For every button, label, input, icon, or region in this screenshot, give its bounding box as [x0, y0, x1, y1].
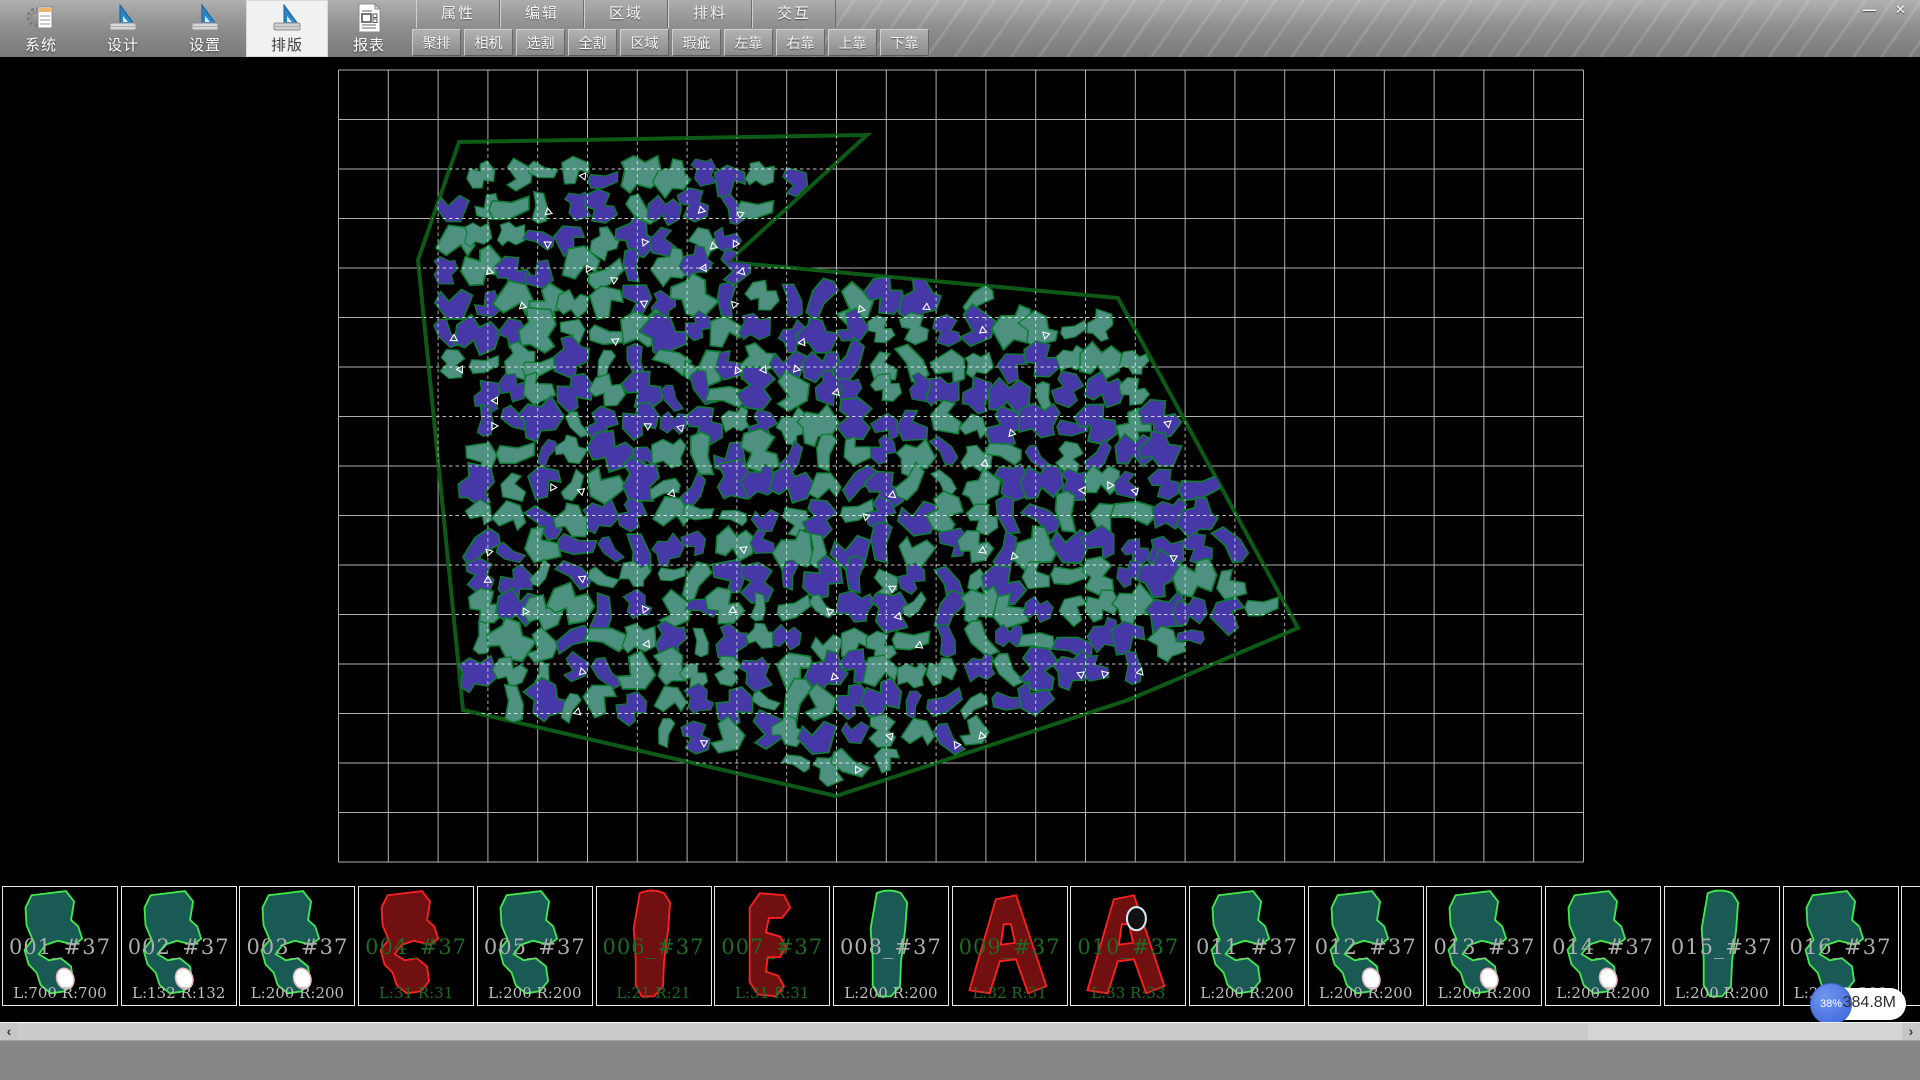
tool-item-区域[interactable]: 区域 — [620, 29, 669, 56]
main-button-label: 设置 — [164, 34, 246, 55]
piece-label: 009_#37 — [953, 935, 1067, 959]
system-icon — [25, 2, 57, 34]
scroll-thumb[interactable] — [18, 1024, 1588, 1040]
piece-lr-count: L:21 R:21 — [597, 984, 711, 1002]
piece-label: 004_#37 — [359, 935, 473, 959]
menu-bar: 属性编辑区域排料交互 — [416, 0, 836, 28]
close-button[interactable]: ✕ — [1887, 2, 1914, 18]
piece-label: 015_#37 — [1665, 935, 1779, 959]
piece-lr-count: L:200 R:200 — [478, 984, 592, 1002]
piece-label: 0 — [1902, 935, 1920, 959]
piece-label: 002_#37 — [122, 935, 236, 959]
piece-lr-count: L:31 R:31 — [715, 984, 829, 1002]
piece-label: 007_#37 — [715, 935, 829, 959]
scroll-left-button[interactable]: ‹ — [0, 1023, 18, 1041]
piece-lr-count: L:200 R:200 — [1665, 984, 1779, 1002]
piece-label: 011_#37 — [1190, 935, 1304, 959]
piece-lr-count: L:32 R:31 — [953, 984, 1067, 1002]
piece-label: 010_#37 — [1071, 935, 1185, 959]
window-controls: — ✕ — [1856, 2, 1914, 18]
piece-lr-count: L:33 R:33 — [1071, 984, 1185, 1002]
toolbar-texture — [800, 0, 1920, 57]
piece-label: 001_#37 — [3, 935, 117, 959]
main-button-label: 设计 — [82, 34, 164, 55]
menu-item-交互[interactable]: 交互 — [752, 0, 836, 28]
menu-item-排料[interactable]: 排料 — [668, 0, 752, 28]
piece-label: 016_#37 — [1784, 935, 1898, 959]
strip-piece-001_#37[interactable]: 001_#37 L:700 R:700 — [2, 886, 118, 1006]
main-button-系统[interactable]: 系统 — [0, 0, 82, 57]
tool-item-瑕疵[interactable]: 瑕疵 — [672, 29, 721, 56]
layout-icon — [271, 2, 303, 34]
nesting-canvas[interactable] — [0, 57, 1920, 1022]
piece-lr-count: L:200 R:200 — [240, 984, 354, 1002]
horizontal-scrollbar[interactable]: ‹ › — [0, 1022, 1920, 1040]
minimize-button[interactable]: — — [1856, 2, 1883, 18]
strip-piece-006_#37[interactable]: 006_#37 L:21 R:21 — [596, 886, 712, 1006]
piece-lr-count: L:200 R:200 — [1309, 984, 1423, 1002]
toolbar: 系统设计设置排版报表 属性编辑区域排料交互 聚排相机选割全割区域瑕疵左靠右靠上靠… — [0, 0, 1920, 58]
strip-piece-009_#37[interactable]: 009_#37 L:32 R:31 — [952, 886, 1068, 1006]
memory-badge: 38% 384.8M — [1812, 988, 1906, 1020]
main-button-label: 排版 — [246, 34, 328, 55]
piece-lr-count: L:200 R:200 — [1190, 984, 1304, 1002]
status-bar — [0, 1040, 1920, 1080]
piece-strip: 001_#37L:700 R:700002_#37L:132 R:132003_… — [0, 884, 1920, 1012]
tool-item-选割[interactable]: 选割 — [516, 29, 565, 56]
strip-piece-011_#37[interactable]: 011_#37 L:200 R:200 — [1189, 886, 1305, 1006]
tool-bar: 聚排相机选割全割区域瑕疵左靠右靠上靠下靠 — [412, 29, 929, 57]
strip-piece-015_#37[interactable]: 015_#37 L:200 R:200 — [1664, 886, 1780, 1006]
piece-label: 012_#37 — [1309, 935, 1423, 959]
piece-lr-count: L:700 R:700 — [3, 984, 117, 1002]
memory-value: 384.8M — [1843, 994, 1896, 1012]
strip-piece-007_#37[interactable]: 007_#37 L:31 R:31 — [714, 886, 830, 1006]
piece-lr-count: L:200 R:200 — [834, 984, 948, 1002]
main-button-label: 系统 — [0, 34, 82, 55]
piece-lr-count: L:200 R:200 — [1427, 984, 1541, 1002]
strip-piece-003_#37[interactable]: 003_#37 L:200 R:200 — [239, 886, 355, 1006]
design-icon — [107, 2, 139, 34]
tool-item-下靠[interactable]: 下靠 — [880, 29, 929, 56]
nest-drawing — [0, 57, 1920, 1022]
tool-item-左靠[interactable]: 左靠 — [724, 29, 773, 56]
strip-piece-0[interactable]: 0L: — [1901, 886, 1920, 1006]
main-button-设置[interactable]: 设置 — [164, 0, 246, 57]
main-button-报表[interactable]: 报表 — [328, 0, 410, 57]
tool-item-全割[interactable]: 全割 — [568, 29, 617, 56]
piece-lr-count: L:132 R:132 — [122, 984, 236, 1002]
piece-lr-count: L:200 R:200 — [1546, 984, 1660, 1002]
menu-item-区域[interactable]: 区域 — [584, 0, 668, 28]
strip-piece-013_#37[interactable]: 013_#37 L:200 R:200 — [1426, 886, 1542, 1006]
piece-label: 003_#37 — [240, 935, 354, 959]
piece-label: 006_#37 — [597, 935, 711, 959]
strip-piece-010_#37[interactable]: 010_#37 L:33 R:33 — [1070, 886, 1186, 1006]
strip-piece-012_#37[interactable]: 012_#37 L:200 R:200 — [1308, 886, 1424, 1006]
strip-piece-002_#37[interactable]: 002_#37 L:132 R:132 — [121, 886, 237, 1006]
main-button-label: 报表 — [328, 34, 410, 55]
tool-item-相机[interactable]: 相机 — [464, 29, 513, 56]
menu-item-属性[interactable]: 属性 — [416, 0, 500, 28]
tool-item-上靠[interactable]: 上靠 — [828, 29, 877, 56]
strip-piece-008_#37[interactable]: 008_#37 L:200 R:200 — [833, 886, 949, 1006]
piece-lr-count: L:31 R:31 — [359, 984, 473, 1002]
menu-item-编辑[interactable]: 编辑 — [500, 0, 584, 28]
piece-label: 008_#37 — [834, 935, 948, 959]
piece-label: 005_#37 — [478, 935, 592, 959]
strip-piece-005_#37[interactable]: 005_#37 L:200 R:200 — [477, 886, 593, 1006]
piece-label: 014_#37 — [1546, 935, 1660, 959]
settings-icon — [189, 2, 221, 34]
scroll-right-button[interactable]: › — [1902, 1023, 1920, 1041]
strip-piece-014_#37[interactable]: 014_#37 L:200 R:200 — [1545, 886, 1661, 1006]
main-button-设计[interactable]: 设计 — [82, 0, 164, 57]
main-button-排版[interactable]: 排版 — [246, 0, 328, 57]
piece-label: 013_#37 — [1427, 935, 1541, 959]
strip-piece-004_#37[interactable]: 004_#37 L:31 R:31 — [358, 886, 474, 1006]
report-icon — [353, 2, 385, 34]
tool-item-右靠[interactable]: 右靠 — [776, 29, 825, 56]
tool-item-聚排[interactable]: 聚排 — [412, 29, 461, 56]
